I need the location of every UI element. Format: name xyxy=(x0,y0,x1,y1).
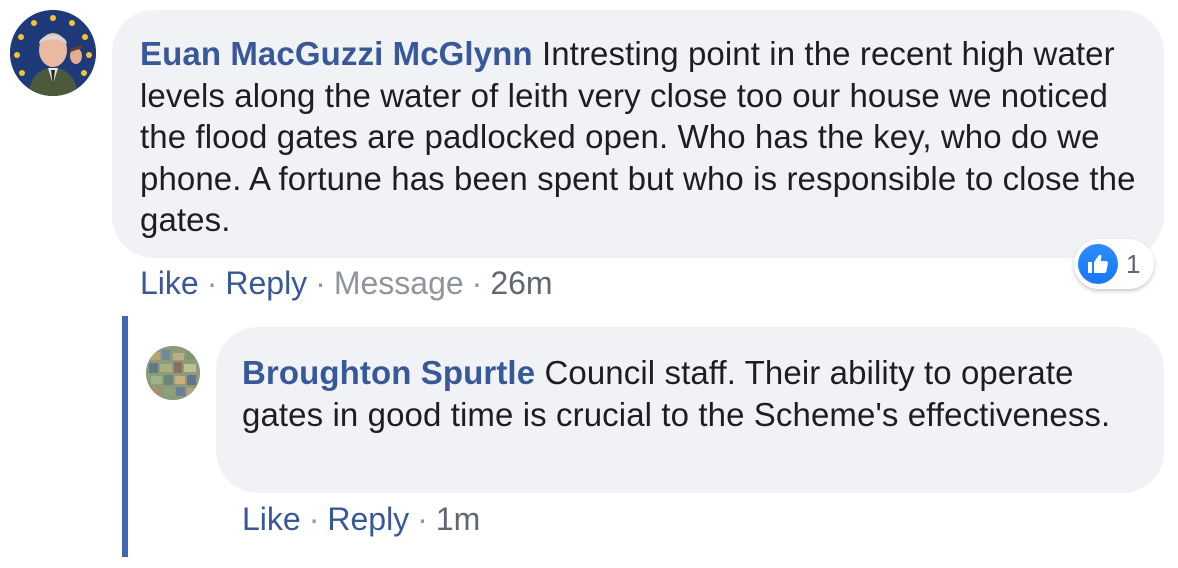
comment-actions: Like · Reply · Message · 26m xyxy=(140,263,553,303)
reaction-count: 1 xyxy=(1126,248,1141,279)
avatar-photo xyxy=(10,10,96,96)
comment-author-link[interactable]: Euan MacGuzzi McGlynn xyxy=(140,35,533,72)
reply-avatar[interactable] xyxy=(146,346,200,400)
separator: · xyxy=(471,265,483,301)
like-button[interactable]: Like xyxy=(242,501,301,537)
separator: · xyxy=(417,501,428,537)
reply-button[interactable]: Reply xyxy=(327,501,409,537)
reaction-summary[interactable]: 1 xyxy=(1074,239,1155,289)
comment-body: Euan MacGuzzi McGlynn Intresting point i… xyxy=(140,33,1136,241)
like-button[interactable]: Like xyxy=(140,265,199,301)
reply-thread-line xyxy=(122,316,128,557)
commenter-avatar[interactable] xyxy=(10,10,96,96)
reply-actions: Like · Reply · 1m xyxy=(242,499,480,539)
reply-button[interactable]: Reply xyxy=(225,265,307,301)
separator: · xyxy=(308,501,320,537)
reply-author-link[interactable]: Broughton Spurtle xyxy=(242,354,535,391)
comment-bubble: Euan MacGuzzi McGlynn Intresting point i… xyxy=(112,10,1164,258)
comment-timestamp[interactable]: 26m xyxy=(490,265,552,301)
message-button[interactable]: Message xyxy=(334,265,464,301)
reply-body: Broughton Spurtle Council staff. Their a… xyxy=(242,352,1138,435)
reply-bubble: Broughton Spurtle Council staff. Their a… xyxy=(216,327,1164,493)
separator: · xyxy=(315,265,326,301)
avatar-photo xyxy=(146,346,200,400)
reply-timestamp[interactable]: 1m xyxy=(436,501,480,537)
separator: · xyxy=(206,265,218,301)
thumbs-up-icon xyxy=(1078,244,1118,284)
